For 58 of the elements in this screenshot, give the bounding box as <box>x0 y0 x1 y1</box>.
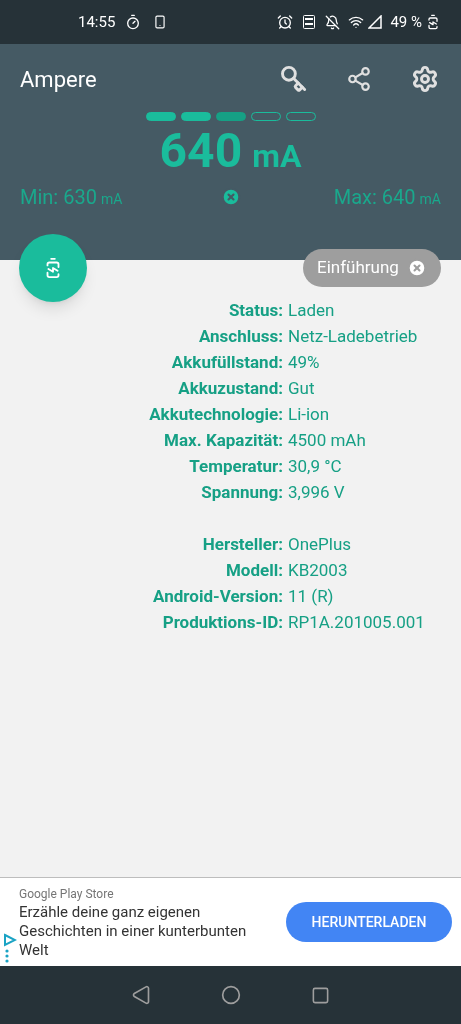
info-label: Temperatur: <box>188 455 283 478</box>
close-icon <box>220 187 241 207</box>
ad-choices-icon <box>3 933 17 963</box>
info-value: RP1A.201005.001 <box>288 611 426 634</box>
info-value: KB2003 <box>288 559 349 582</box>
recents-button[interactable] <box>311 985 330 1005</box>
phone-icon <box>153 15 168 29</box>
info-label: Akkuzustand: <box>177 377 283 400</box>
info-label: Spannung: <box>200 481 283 504</box>
info-value: Laden <box>288 299 336 322</box>
info-label: Produktions-ID: <box>161 611 283 634</box>
info-value: Gut <box>288 377 316 400</box>
battery-percent: 49 % <box>390 11 422 33</box>
info-label: Status: <box>227 299 283 322</box>
wifi-icon <box>348 14 365 30</box>
min-value: Min: 630 <box>20 184 97 211</box>
status-time: 14:55 <box>78 11 116 33</box>
info-label: Akkufüllstand: <box>170 351 283 374</box>
max-value: Max: 640 <box>333 184 416 211</box>
info-value: 3,996 V <box>288 481 346 504</box>
info-value: Netz-Ladebetrieb <box>288 325 419 348</box>
recents-icon <box>311 985 330 1005</box>
info-value: 30,9 °C <box>288 455 343 478</box>
signal-icon <box>368 15 383 29</box>
battery-fab[interactable] <box>19 234 87 302</box>
info-label: Max. Kapazität: <box>163 429 283 452</box>
back-button[interactable] <box>131 985 151 1005</box>
min-unit: mA <box>100 190 123 209</box>
info-label: Akkutechnologie: <box>148 403 283 426</box>
timer-icon <box>125 14 142 30</box>
info-label: Hersteller: <box>201 533 283 556</box>
current-unit: mA <box>252 136 302 177</box>
info-value: 4500 mAh <box>288 429 367 452</box>
info-label: Modell: <box>224 559 283 582</box>
reset-button[interactable] <box>220 187 241 207</box>
home-icon <box>221 985 241 1005</box>
alarm-icon <box>277 14 294 30</box>
download-button[interactable]: HERUNTERLADEN <box>286 902 452 942</box>
back-icon <box>131 985 151 1005</box>
info-value: Li-ion <box>288 403 331 426</box>
info-value: 11 (R) <box>288 585 335 608</box>
info-value: OnePlus <box>288 533 353 556</box>
battery-icon <box>425 14 441 30</box>
close-icon <box>406 258 427 278</box>
app-title: Ampere <box>20 65 98 94</box>
intro-chip[interactable]: Einführung <box>303 249 441 287</box>
ad-text: Erzähle deine ganz eigenen Geschichten in einer kunterbunten Welt <box>19 902 248 960</box>
home-button[interactable] <box>221 985 241 1005</box>
info-label: Anschluss: <box>197 325 283 348</box>
key-icon <box>279 65 307 93</box>
bell-off-icon <box>325 14 341 30</box>
current-value: 640 <box>159 123 243 179</box>
ad-source: Google Play Store <box>19 885 115 903</box>
share-icon <box>346 66 372 92</box>
info-value: 49% <box>288 351 321 374</box>
settings-icon <box>411 65 439 93</box>
max-unit: mA <box>419 190 441 209</box>
info-label: Android-Version: <box>152 585 283 608</box>
